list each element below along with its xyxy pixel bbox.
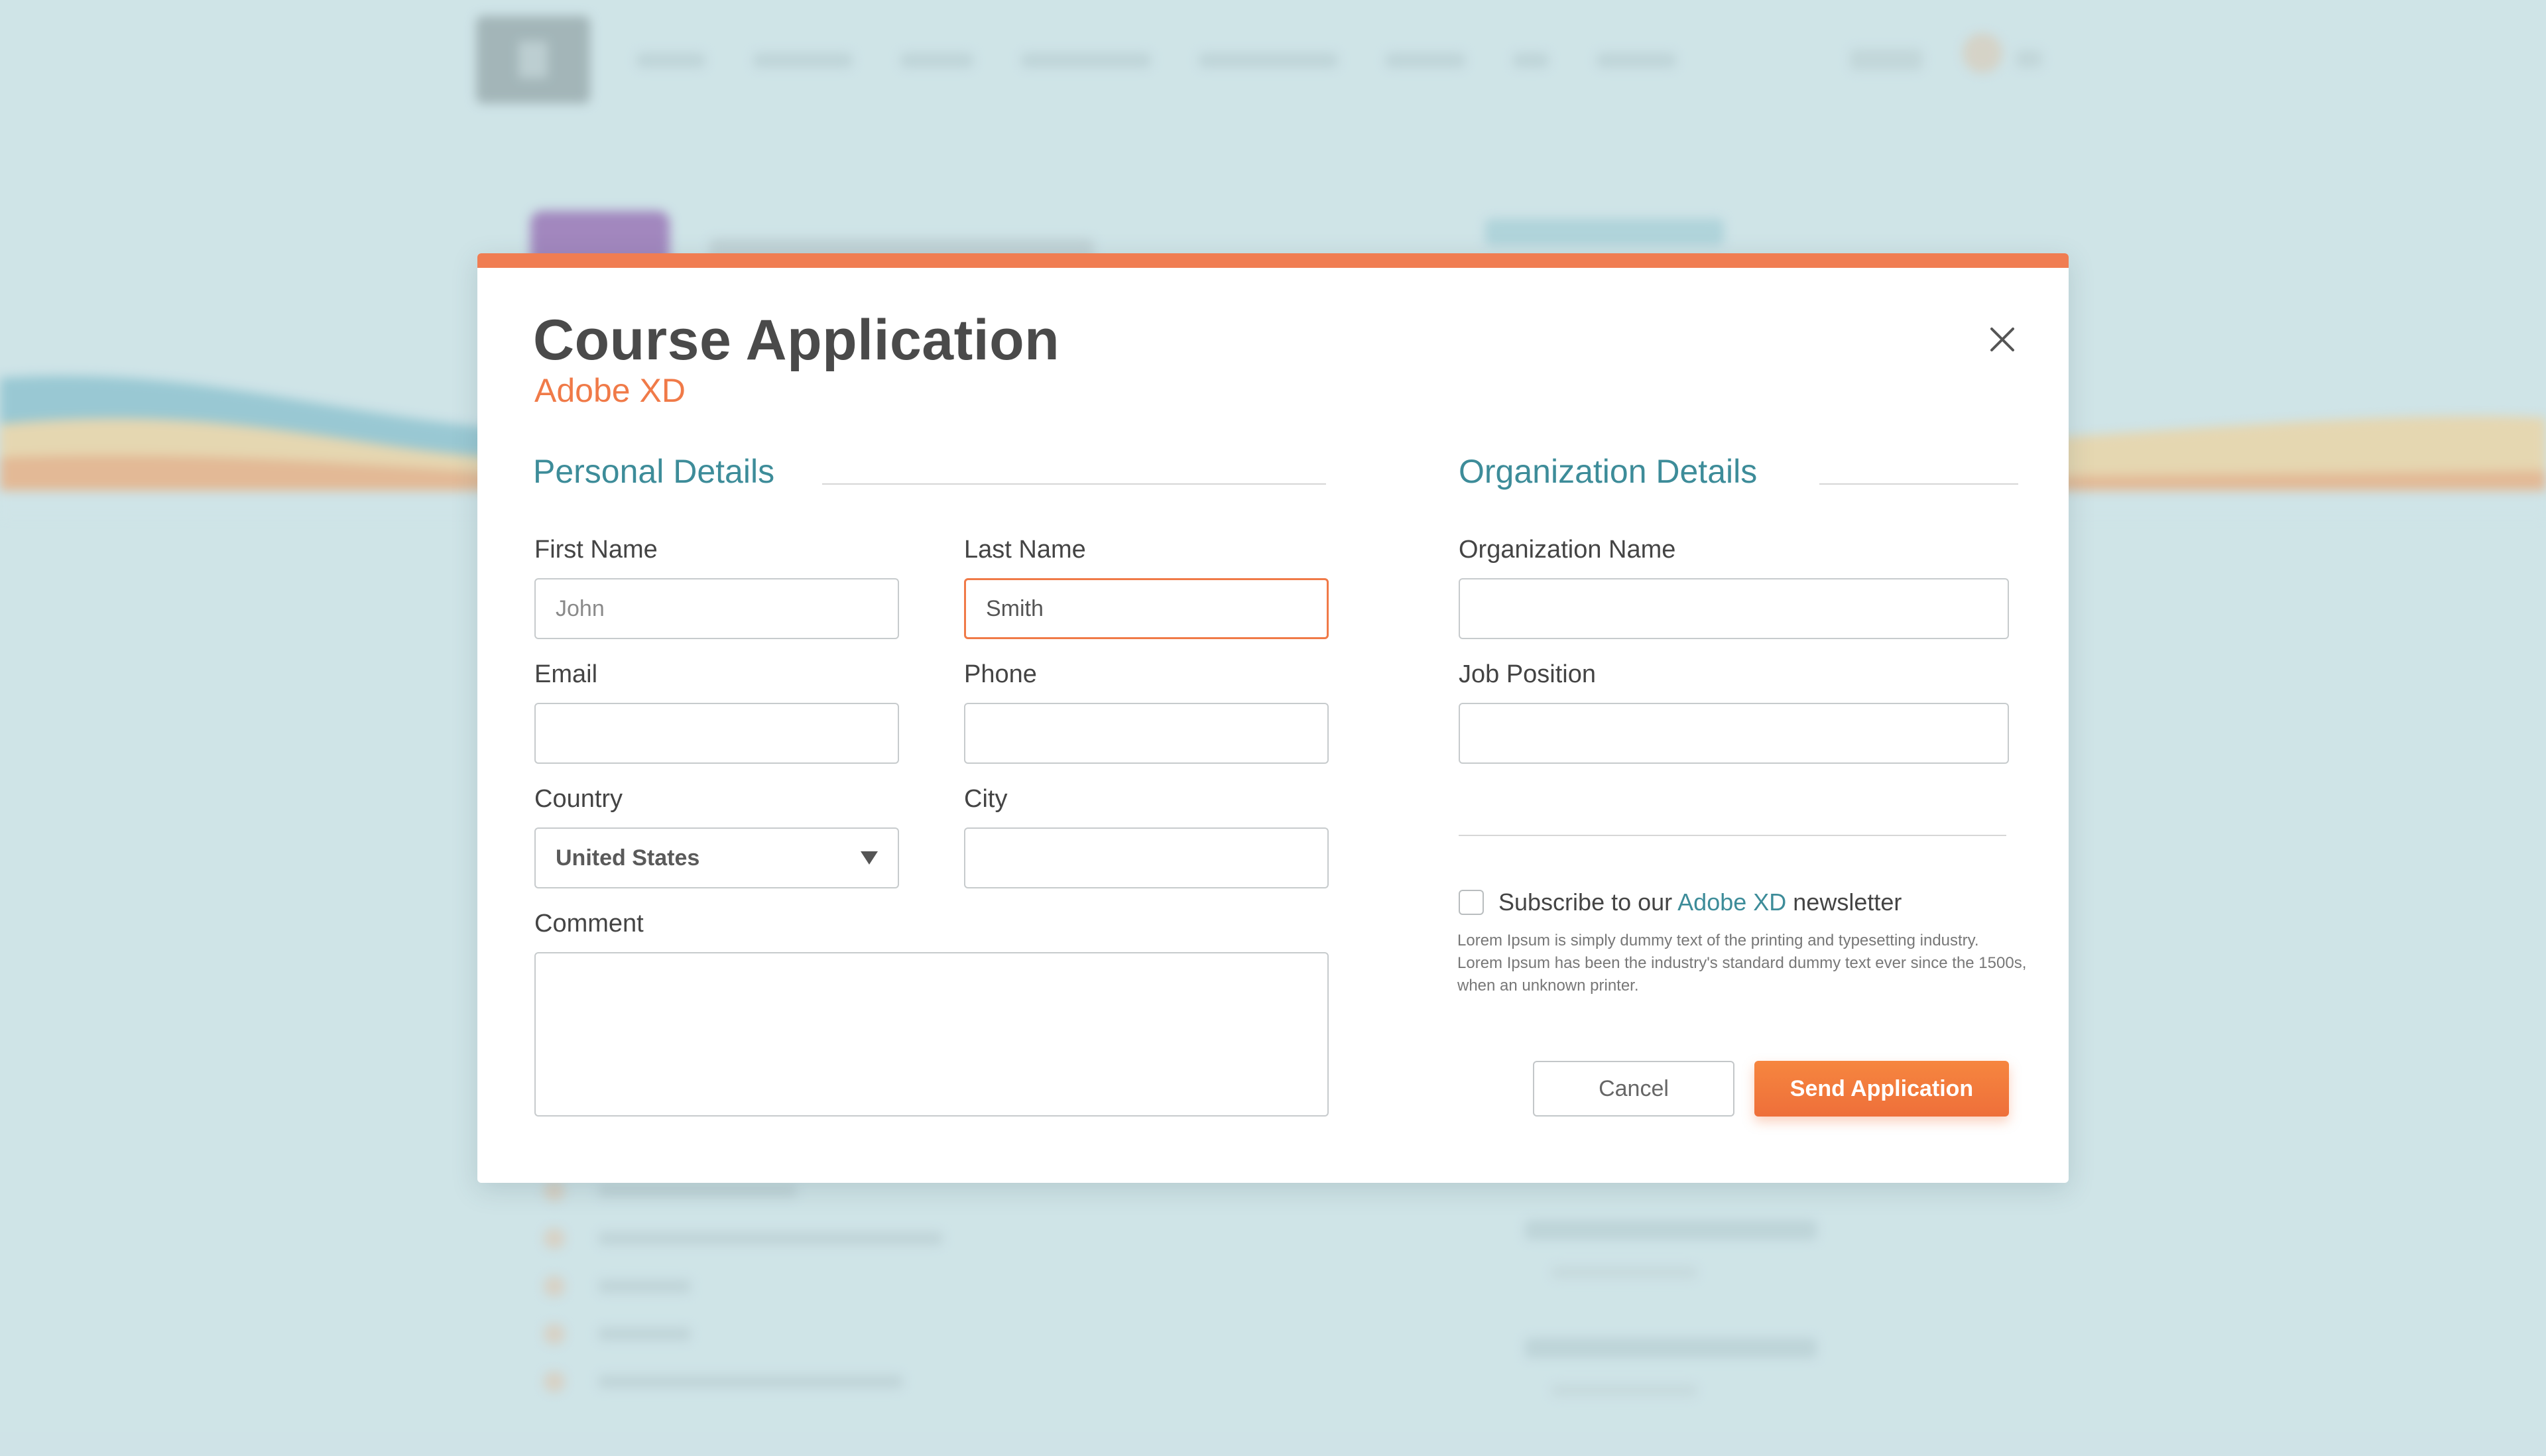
section-divider: [1819, 483, 2018, 485]
country-selected-value: United States: [556, 845, 700, 871]
section-divider: [1459, 835, 2006, 836]
phone-label: Phone: [964, 660, 1037, 688]
chevron-down-icon: [861, 851, 878, 865]
email-label: Email: [534, 660, 598, 688]
newsletter-adobe-xd-link[interactable]: Adobe XD: [1677, 888, 1786, 916]
city-input[interactable]: [964, 827, 1329, 888]
newsletter-fineprint: Lorem Ipsum is simply dummy text of the …: [1457, 932, 2027, 995]
phone-input[interactable]: [964, 703, 1329, 764]
newsletter-label-suffix: newsletter: [1786, 888, 1902, 916]
last-name-label: Last Name: [964, 536, 1086, 564]
last-name-input[interactable]: [964, 578, 1329, 639]
first-name-input[interactable]: [534, 578, 899, 639]
section-divider: [822, 483, 1326, 485]
course-application-modal: Course Application Adobe XD Personal Det…: [477, 253, 2069, 1183]
email-input[interactable]: [534, 703, 899, 764]
newsletter-checkbox[interactable]: [1459, 890, 1484, 915]
organization-name-label: Organization Name: [1459, 536, 1676, 564]
newsletter-label-prefix: Subscribe to our: [1498, 888, 1678, 916]
modal-title: Course Application: [533, 308, 1060, 372]
personal-details-heading: Personal Details: [533, 453, 775, 490]
city-label: City: [964, 785, 1008, 813]
job-position-label: Job Position: [1459, 660, 1597, 688]
cancel-button[interactable]: Cancel: [1533, 1061, 1734, 1117]
send-application-button[interactable]: Send Application: [1754, 1061, 2009, 1117]
comment-label: Comment: [534, 910, 644, 938]
first-name-label: First Name: [534, 536, 658, 564]
organization-name-input[interactable]: [1459, 578, 2009, 639]
modal-subtitle: Adobe XD: [534, 372, 686, 409]
job-position-input[interactable]: [1459, 703, 2009, 764]
newsletter-label: Subscribe to our Adobe XD newsletter: [1498, 888, 1902, 916]
organization-details-heading: Organization Details: [1459, 453, 1758, 490]
country-label: Country: [534, 785, 623, 813]
country-select[interactable]: United States: [534, 827, 899, 888]
close-icon[interactable]: [1982, 320, 2022, 359]
modal-accent-bar: [477, 253, 2069, 268]
comment-textarea[interactable]: [534, 952, 1329, 1117]
